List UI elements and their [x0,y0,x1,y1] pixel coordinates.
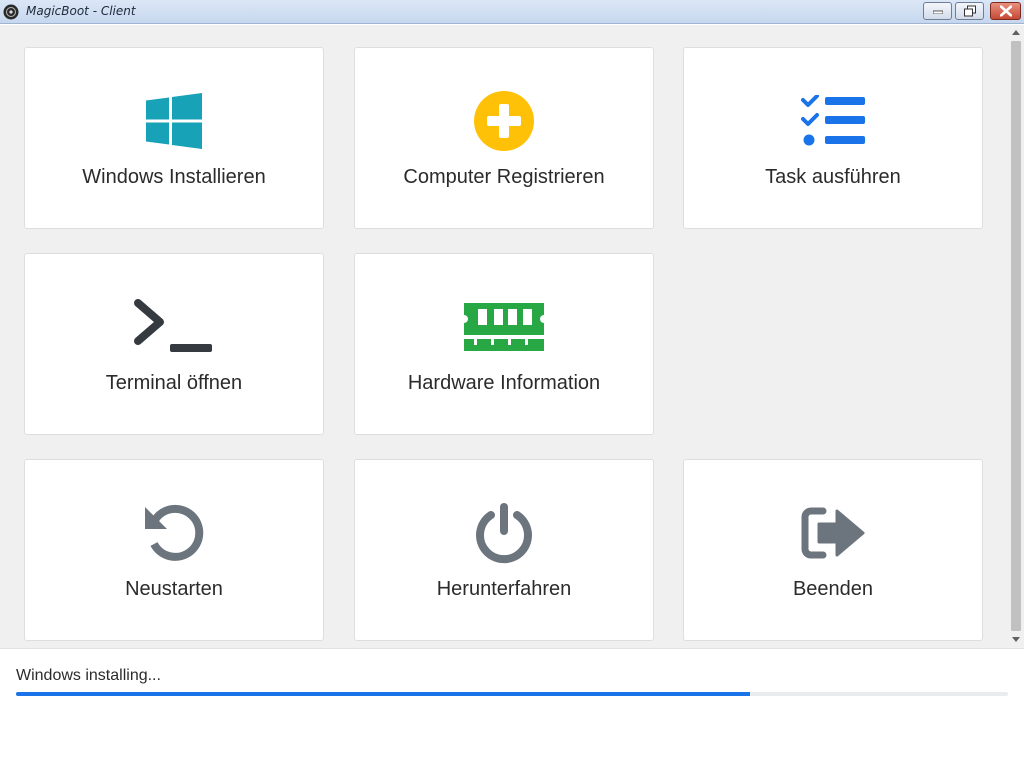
card-label: Neustarten [125,578,223,600]
beenden-button[interactable]: Beenden [683,459,983,641]
progress-fill [16,692,751,696]
sign-out-icon [801,507,865,559]
terminal-oeffnen-button[interactable]: Terminal öffnen [24,253,324,435]
herunterfahren-button[interactable]: Herunterfahren [354,459,654,641]
terminal-icon [134,299,212,352]
windows-logo-icon [146,93,202,149]
vertical-scrollbar[interactable] [1008,25,1024,648]
progress-bar [16,692,1008,696]
minimize-button[interactable] [923,2,952,20]
status-text: Windows installing... [16,667,161,684]
scroll-thumb[interactable] [1011,41,1021,631]
power-icon [476,503,532,564]
card-label: Terminal öffnen [105,372,243,394]
scroll-down-icon[interactable] [1012,635,1020,643]
card-label: Herunterfahren [436,578,572,600]
windows-installieren-button[interactable]: Windows Installieren [24,47,324,229]
status-bar: Windows installing... [0,648,1024,768]
card-label: Beenden [792,578,874,600]
restart-icon [145,504,204,561]
card-label: Hardware Information [407,372,601,394]
computer-registrieren-button[interactable]: Computer Registrieren [354,47,654,229]
app-logo-icon [3,4,19,20]
restore-icon [963,5,976,17]
card-label: Computer Registrieren [403,166,605,188]
hardware-information-button[interactable]: Hardware Information [354,253,654,435]
tasks-icon [801,95,865,146]
title-bar: MagicBoot - Client [0,0,1024,24]
memory-icon [464,303,544,351]
card-label: Task ausführen [765,166,901,188]
close-icon [999,5,1012,17]
close-button[interactable] [990,2,1021,20]
minimize-icon [932,10,943,14]
neustarten-button[interactable]: Neustarten [24,459,324,641]
window-title: MagicBoot - Client [26,4,136,18]
plus-circle-icon [474,91,534,151]
card-label: Windows Installieren [82,166,266,188]
task-ausfuehren-button[interactable]: Task ausführen [683,47,983,229]
restore-button[interactable] [955,2,984,20]
scroll-up-icon[interactable] [1012,29,1020,37]
dashboard-area: Windows Installieren Computer Registrier… [0,25,1008,648]
